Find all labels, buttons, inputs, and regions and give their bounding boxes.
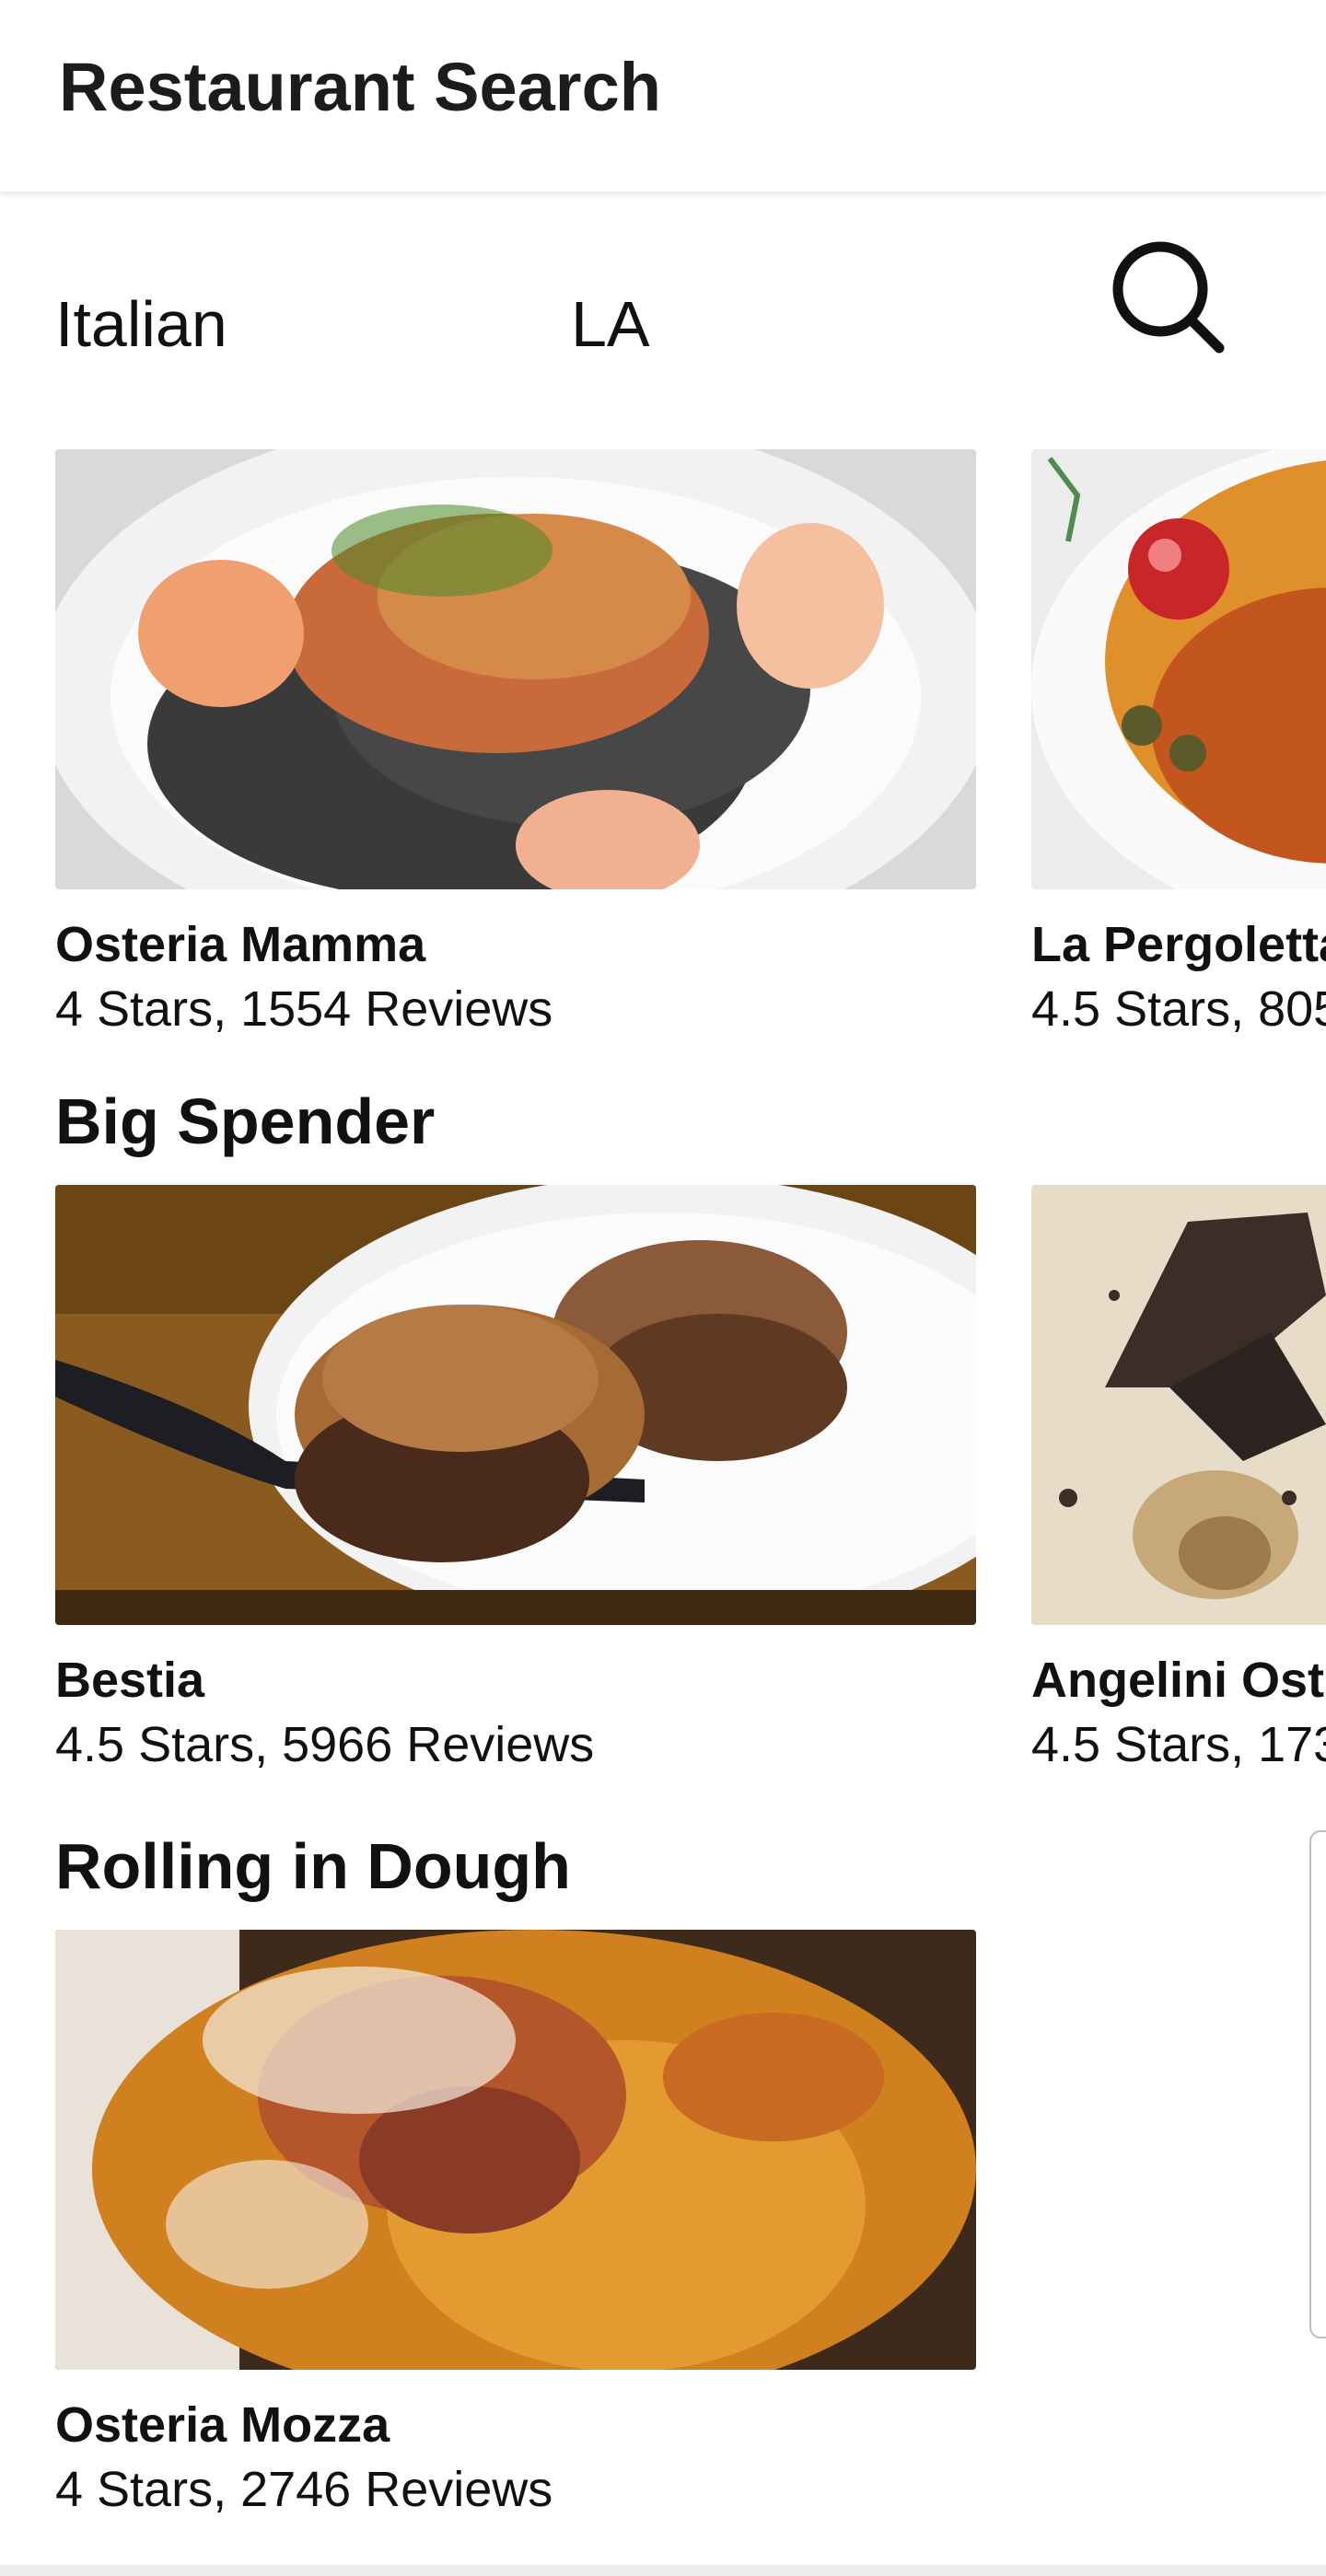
restaurant-photo bbox=[55, 1185, 976, 1625]
section-title: Rolling in Dough bbox=[55, 1830, 571, 1902]
restaurant-rating: 4 Stars, 1554 Reviews bbox=[55, 981, 553, 1037]
restaurant-card[interactable]: La Pergoletta 4.5 Stars, 805 bbox=[1031, 449, 1326, 1044]
restaurant-photo bbox=[55, 1930, 976, 2370]
restaurant-carousel[interactable]: Osteria Mamma 4 Stars, 1554 Reviews La P… bbox=[0, 449, 1326, 1057]
restaurant-photo bbox=[1031, 449, 1326, 889]
restaurant-carousel[interactable]: Bestia 4.5 Stars, 5966 Reviews Angelini … bbox=[0, 1185, 1326, 1793]
restaurant-name: Osteria Mozza bbox=[55, 2397, 390, 2453]
restaurant-photo bbox=[1031, 1185, 1326, 1625]
search-icon bbox=[1112, 241, 1225, 354]
search-location-input[interactable] bbox=[571, 285, 1013, 363]
restaurant-name: Angelini Oste bbox=[1031, 1653, 1326, 1708]
section-title: Big Spender bbox=[55, 1085, 436, 1157]
restaurant-photo bbox=[55, 449, 976, 889]
restaurant-rating: 4 Stars, 2746 Reviews bbox=[55, 2462, 553, 2517]
restaurant-rating: 4.5 Stars, 805 bbox=[1031, 981, 1326, 1037]
app-title: Restaurant Search bbox=[59, 49, 661, 125]
restaurant-card[interactable]: Angelini Oste 4.5 Stars, 173 bbox=[1031, 1185, 1326, 1780]
restaurant-card[interactable]: Osteria Mamma 4 Stars, 1554 Reviews bbox=[55, 449, 976, 1044]
side-panel-edge[interactable] bbox=[1309, 1830, 1326, 2338]
restaurant-card[interactable]: Bestia 4.5 Stars, 5966 Reviews bbox=[55, 1185, 976, 1780]
search-button[interactable] bbox=[1105, 234, 1234, 363]
search-bar bbox=[0, 195, 1326, 416]
restaurant-carousel[interactable]: Osteria Mozza 4 Stars, 2746 Reviews bbox=[0, 1930, 1326, 2537]
restaurant-name: Osteria Mamma bbox=[55, 917, 426, 972]
restaurant-card[interactable]: Osteria Mozza 4 Stars, 2746 Reviews bbox=[55, 1930, 976, 2524]
app-bar: Restaurant Search bbox=[0, 0, 1326, 191]
restaurant-rating: 4.5 Stars, 5966 Reviews bbox=[55, 1717, 595, 1772]
restaurant-name: La Pergoletta bbox=[1031, 917, 1326, 972]
search-term-input[interactable] bbox=[55, 285, 497, 363]
restaurant-name: Bestia bbox=[55, 1653, 205, 1708]
restaurant-rating: 4.5 Stars, 173 bbox=[1031, 1717, 1326, 1772]
bottom-divider bbox=[0, 2565, 1326, 2576]
